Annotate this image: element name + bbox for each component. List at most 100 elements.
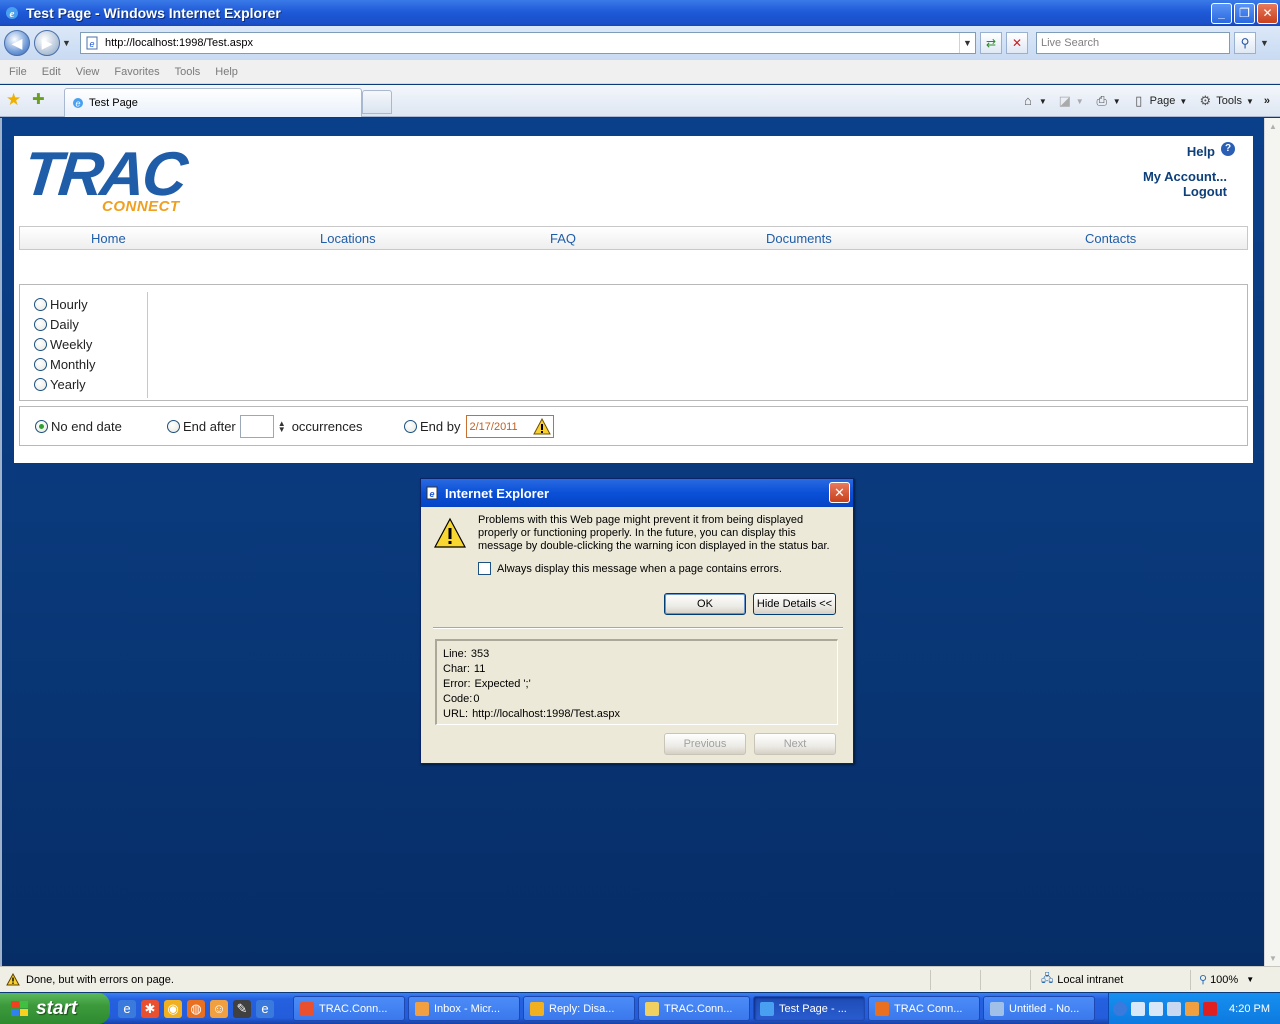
new-tab-button[interactable] (362, 90, 392, 114)
zoom-control[interactable]: ⚲ 100% ▼ (1190, 969, 1280, 990)
minimize-button[interactable]: _ (1211, 2, 1232, 24)
nav-home[interactable]: Home (91, 231, 126, 246)
checkbox-icon[interactable] (478, 562, 491, 575)
help-link[interactable]: Help ? (1143, 141, 1235, 159)
radio-icon[interactable] (404, 420, 417, 433)
ok-button[interactable]: OK (664, 593, 746, 615)
ie2-quicklaunch-icon[interactable]: e (256, 999, 274, 1018)
messenger-quicklaunch-icon[interactable]: ☺ (210, 999, 228, 1018)
nav-contacts[interactable]: Contacts (1085, 231, 1136, 246)
always-display-checkbox[interactable]: Always display this message when a page … (478, 562, 782, 575)
tray-messenger-icon[interactable] (1185, 1001, 1199, 1016)
end-after-option[interactable]: End after ▲ ▼ occurrences (167, 415, 363, 438)
ie-quicklaunch-icon[interactable]: e (118, 999, 136, 1018)
radio-icon[interactable] (34, 298, 47, 311)
page-error-icon[interactable] (6, 973, 20, 986)
menu-tools[interactable]: Tools (175, 66, 201, 78)
option-yearly[interactable]: Yearly (34, 377, 86, 392)
menu-file[interactable]: File (9, 66, 27, 78)
option-weekly[interactable]: Weekly (34, 337, 92, 352)
occurrences-spinner-icon[interactable]: ▲ ▼ (278, 419, 286, 433)
dialog-close-button[interactable]: ✕ (829, 482, 850, 503)
add-favorite-icon[interactable]: ✚ (32, 91, 50, 109)
option-daily[interactable]: Daily (34, 317, 79, 332)
occurrences-input[interactable] (239, 415, 274, 438)
task-button[interactable]: Reply: Disa... (523, 996, 635, 1021)
option-monthly[interactable]: Monthly (34, 357, 96, 372)
favorites-star-icon[interactable]: ★ (6, 91, 24, 109)
forward-button[interactable]: ▶ (34, 30, 60, 56)
maximize-button[interactable]: ❐ (1234, 2, 1255, 24)
option-hourly[interactable]: Hourly (34, 297, 88, 312)
menu-edit[interactable]: Edit (42, 66, 61, 78)
home-button[interactable]: ⌂ ▼ (1020, 93, 1047, 109)
window-title: Test Page - Windows Internet Explorer (26, 5, 281, 21)
history-dropdown-icon[interactable]: ▼ (62, 38, 74, 48)
task-button[interactable]: Inbox - Micr... (408, 996, 520, 1021)
scroll-down-icon[interactable]: ▼ (1265, 950, 1280, 966)
radio-icon[interactable] (167, 420, 180, 433)
menu-favorites[interactable]: Favorites (114, 66, 159, 78)
nav-locations[interactable]: Locations (320, 231, 376, 246)
trac-connect-logo[interactable]: TRAC CONNECT (20, 140, 199, 216)
end-by-option[interactable]: End by 2/17/2011 (404, 415, 555, 438)
tray-expand-icon[interactable] (1113, 1001, 1127, 1016)
app-quicklaunch-icon[interactable]: ✱ (141, 999, 159, 1018)
start-button[interactable]: start (0, 993, 110, 1024)
tray-volume-icon[interactable] (1167, 1001, 1181, 1016)
end-by-label: End by (420, 419, 461, 434)
address-field[interactable]: e http://localhost:1998/Test.aspx ▼ (80, 32, 976, 54)
nav-faq[interactable]: FAQ (550, 231, 576, 246)
vertical-scrollbar[interactable]: ▲ ▼ (1264, 118, 1280, 966)
task-button[interactable]: TRAC Conn... (868, 996, 980, 1021)
close-window-button[interactable]: ✕ (1257, 2, 1278, 24)
search-options-icon[interactable]: ▼ (1260, 38, 1272, 48)
radio-selected-icon[interactable] (35, 420, 48, 433)
no-end-date-option[interactable]: No end date (35, 419, 122, 434)
task-button[interactable]: TRAC.Conn... (293, 996, 405, 1021)
menu-view[interactable]: View (76, 66, 100, 78)
print-button[interactable]: ⎙ ▼ (1094, 93, 1121, 109)
hide-details-button[interactable]: Hide Details << (753, 593, 836, 615)
menu-help[interactable]: Help (215, 66, 238, 78)
back-button[interactable]: ◀ (4, 30, 30, 56)
option-label: Monthly (50, 357, 96, 372)
tab-test-page[interactable]: e Test Page (64, 88, 362, 117)
radio-icon[interactable] (34, 358, 47, 371)
dialog-body: Problems with this Web page might preven… (421, 507, 853, 763)
search-icon: ⚲ (1240, 36, 1250, 50)
tray-network-icon[interactable] (1131, 1001, 1145, 1016)
page-menu-button[interactable]: ▯ Page ▼ (1131, 93, 1187, 109)
nav-documents[interactable]: Documents (766, 231, 832, 246)
next-button[interactable]: Next (754, 733, 836, 755)
more-chevron-icon[interactable]: » (1264, 95, 1270, 107)
command-bar: ⌂ ▼ ◪ ▼ ⎙ ▼ ▯ Page ▼ ⚙ Tools ▼ » (1010, 89, 1270, 113)
firefox-quicklaunch-icon[interactable]: ◍ (187, 999, 205, 1018)
pen-quicklaunch-icon[interactable]: ✎ (233, 999, 251, 1018)
radio-icon[interactable] (34, 378, 47, 391)
chrome-quicklaunch-icon[interactable]: ◉ (164, 999, 182, 1018)
stop-button[interactable]: ✕ (1006, 32, 1028, 54)
stop-icon: ✕ (1011, 36, 1023, 50)
feeds-button[interactable]: ◪ ▼ (1057, 93, 1084, 109)
previous-button[interactable]: Previous (664, 733, 746, 755)
tray-antivirus-icon[interactable] (1203, 1001, 1217, 1016)
my-account-link[interactable]: My Account... (1143, 169, 1227, 184)
task-button[interactable]: TRAC.Conn... (638, 996, 750, 1021)
refresh-button[interactable]: ⇄ (980, 32, 1002, 54)
detail-label: Char: (443, 663, 470, 675)
search-button[interactable]: ⚲ (1234, 32, 1256, 54)
logout-link[interactable]: Logout (1143, 184, 1227, 199)
radio-icon[interactable] (34, 338, 47, 351)
tools-menu-button[interactable]: ⚙ Tools ▼ (1197, 93, 1253, 109)
task-label: Reply: Disa... (549, 1002, 615, 1015)
end-by-date-value: 2/17/2011 (469, 420, 518, 433)
end-by-date-input[interactable]: 2/17/2011 (466, 415, 555, 438)
search-input[interactable]: Live Search (1036, 32, 1230, 54)
task-button-active[interactable]: Test Page - ... (753, 996, 865, 1021)
tray-app-icon[interactable] (1149, 1001, 1163, 1016)
scroll-up-icon[interactable]: ▲ (1265, 118, 1280, 134)
task-button[interactable]: Untitled - No... (983, 996, 1095, 1021)
address-dropdown-icon[interactable]: ▼ (959, 33, 975, 53)
radio-icon[interactable] (34, 318, 47, 331)
